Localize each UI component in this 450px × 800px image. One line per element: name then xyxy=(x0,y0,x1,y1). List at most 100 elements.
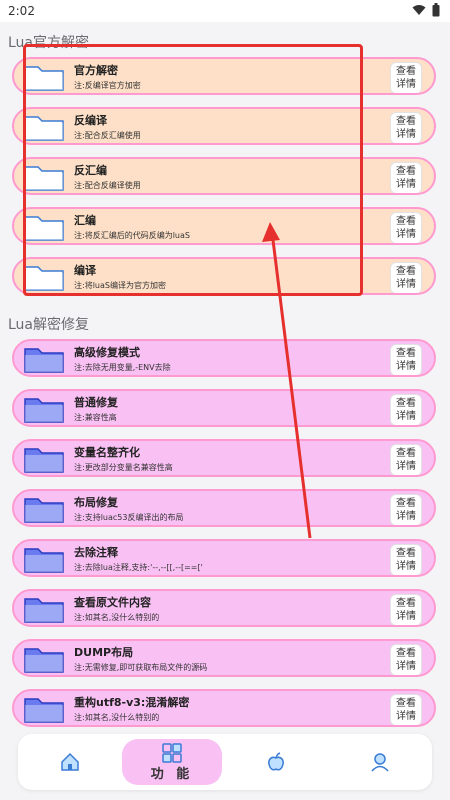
view-details-bottom: 详情 xyxy=(396,511,416,522)
item-subtitle: 注:将反汇编后的代码反编为luaS xyxy=(74,231,190,240)
view-details-bottom: 详情 xyxy=(396,411,416,422)
list-item[interactable]: 重构utf8-v3:混淆解密注:如其名,没什么特别的 查看 详情 xyxy=(12,689,436,727)
view-details-bottom: 详情 xyxy=(396,461,416,472)
item-subtitle: 注:去除lua注释,支持:'--,--[[,--[==[' xyxy=(74,563,203,572)
view-details-top: 查看 xyxy=(396,598,416,609)
section-title-repair: Lua解密修复 xyxy=(8,317,90,333)
list-item[interactable]: 官方解密 注:反编译官方加密 查看 详情 xyxy=(12,57,436,95)
list-item[interactable]: 查看原文件内容注:如其名,没什么特别的 查看详情 xyxy=(12,589,436,627)
view-details-button[interactable]: 查看 详情 xyxy=(390,212,422,243)
view-details-bottom: 详情 xyxy=(396,179,416,190)
item-title: 变量名整齐化 xyxy=(74,446,140,459)
item-subtitle: 注:更改部分变量名兼容性高 xyxy=(74,463,173,472)
view-details-top: 查看 xyxy=(396,166,416,177)
view-details-bottom: 详情 xyxy=(396,79,416,90)
folder-icon xyxy=(24,448,64,473)
view-details-bottom: 详情 xyxy=(396,129,416,140)
view-details-top: 查看 xyxy=(396,348,416,359)
view-details-button[interactable]: 查看 详情 xyxy=(390,544,422,575)
nav-function[interactable]: 功 能 xyxy=(122,739,222,785)
view-details-button[interactable]: 查看 详情 xyxy=(390,262,422,293)
item-subtitle: 注:兼容性高 xyxy=(74,413,117,422)
view-details-bottom: 详情 xyxy=(396,361,416,372)
view-details-top: 查看 xyxy=(396,266,416,277)
item-subtitle: 注:配合反编译使用 xyxy=(74,181,141,190)
item-subtitle: 注:如其名,没什么特别的 xyxy=(74,613,160,622)
folder-icon xyxy=(24,166,64,191)
folder-icon xyxy=(24,348,64,373)
view-details-top: 查看 xyxy=(396,398,416,409)
item-title: 查看原文件内容 xyxy=(74,596,151,609)
list-item[interactable]: 变量名整齐化注:更改部分变量名兼容性高 查看详情 xyxy=(12,439,436,477)
view-details-top: 查看 xyxy=(396,648,416,659)
view-details-button[interactable]: 查看 详情 xyxy=(390,344,422,375)
folder-icon xyxy=(24,598,64,623)
view-details-top: 查看 xyxy=(396,448,416,459)
status-time: 2:02 xyxy=(8,4,35,18)
item-subtitle: 注:配合反汇编使用 xyxy=(74,131,141,140)
battery-icon xyxy=(432,3,440,17)
view-details-button[interactable]: 查看 详情 xyxy=(390,112,422,143)
view-details-top: 查看 xyxy=(396,498,416,509)
bottom-nav: 功 能 xyxy=(18,734,432,790)
apple-icon xyxy=(268,752,284,771)
view-details-bottom: 详情 xyxy=(396,661,416,672)
status-icons xyxy=(412,3,440,17)
item-title: 重构utf8-v3:混淆解密 xyxy=(74,696,190,709)
view-details-top: 查看 xyxy=(396,216,416,227)
list-item[interactable]: 布局修复 注:支持luac53反编译出的布局 查看 详情 xyxy=(12,489,436,527)
status-bar: 2:02 xyxy=(0,0,450,22)
view-details-bottom: 详情 xyxy=(396,611,416,622)
item-subtitle: 注:支持luac53反编译出的布局 xyxy=(74,513,184,522)
item-subtitle: 注:如其名,没什么特别的 xyxy=(74,713,160,722)
wifi-icon xyxy=(412,5,426,15)
view-details-bottom: 详情 xyxy=(396,279,416,290)
item-title: 反编译 xyxy=(74,114,107,127)
view-details-button[interactable]: 查看 详情 xyxy=(390,494,422,525)
folder-icon xyxy=(24,398,64,423)
item-subtitle: 注:无需修复,即可获取布局文件的源码 xyxy=(74,663,208,672)
item-subtitle: 注:将luaS编译为官方加密 xyxy=(74,281,166,290)
view-details-button[interactable]: 查看 详情 xyxy=(390,444,422,475)
view-details-button[interactable]: 查看 详情 xyxy=(390,694,422,725)
folder-icon xyxy=(24,116,64,141)
list-item[interactable]: 反编译注:配合反汇编使用 查看详情 xyxy=(12,107,436,145)
view-details-top: 查看 xyxy=(396,116,416,127)
nav-home[interactable] xyxy=(30,734,110,790)
item-title: 反汇编 xyxy=(74,164,107,177)
list-item[interactable]: 普通修复注:兼容性高 查看详情 xyxy=(12,389,436,427)
list-item[interactable]: DUMP布局注:无需修复,即可获取布局文件的源码 查看详情 xyxy=(12,639,436,677)
list-item[interactable]: 去除注释注:去除lua注释,支持:'--,--[[,--[==[' 查看详情 xyxy=(12,539,436,577)
folder-icon xyxy=(24,216,64,241)
view-details-top: 查看 xyxy=(396,698,416,709)
view-details-bottom: 详情 xyxy=(396,561,416,572)
view-details-button[interactable]: 查看 详情 xyxy=(390,62,422,93)
list-item[interactable]: 高级修复模式 注:去除无用变量,-ENV去除 查看 详情 xyxy=(12,339,436,377)
folder-icon xyxy=(24,648,64,673)
view-details-top: 查看 xyxy=(396,548,416,559)
item-title: 编译 xyxy=(74,264,96,277)
item-title: 普通修复 xyxy=(74,396,118,409)
list-item[interactable]: 编译注:将luaS编译为官方加密 查看详情 xyxy=(12,257,436,295)
view-details-button[interactable]: 查看 详情 xyxy=(390,162,422,193)
view-details-button[interactable]: 查看 详情 xyxy=(390,594,422,625)
item-title: 去除注释 xyxy=(74,546,118,559)
folder-icon xyxy=(24,498,64,523)
view-details-button[interactable]: 查看 详情 xyxy=(390,394,422,425)
view-details-top: 查看 xyxy=(396,66,416,77)
home-icon xyxy=(61,752,79,771)
list-item[interactable]: 反汇编注:配合反编译使用 查看详情 xyxy=(12,157,436,195)
folder-icon xyxy=(24,548,64,573)
list-item[interactable]: 汇编注:将反汇编后的代码反编为luaS 查看详情 xyxy=(12,207,436,245)
item-title: 高级修复模式 xyxy=(74,346,140,359)
folder-icon xyxy=(24,266,64,291)
view-details-bottom: 详情 xyxy=(396,229,416,240)
folder-icon xyxy=(24,66,64,91)
view-details-button[interactable]: 查看 详情 xyxy=(390,644,422,675)
item-title: 汇编 xyxy=(74,214,96,227)
user-icon xyxy=(371,753,389,772)
nav-apple[interactable] xyxy=(236,734,316,790)
nav-profile[interactable] xyxy=(340,734,420,790)
item-title: DUMP布局 xyxy=(74,646,134,659)
section-title-official: Lua官方解密 xyxy=(8,35,90,51)
